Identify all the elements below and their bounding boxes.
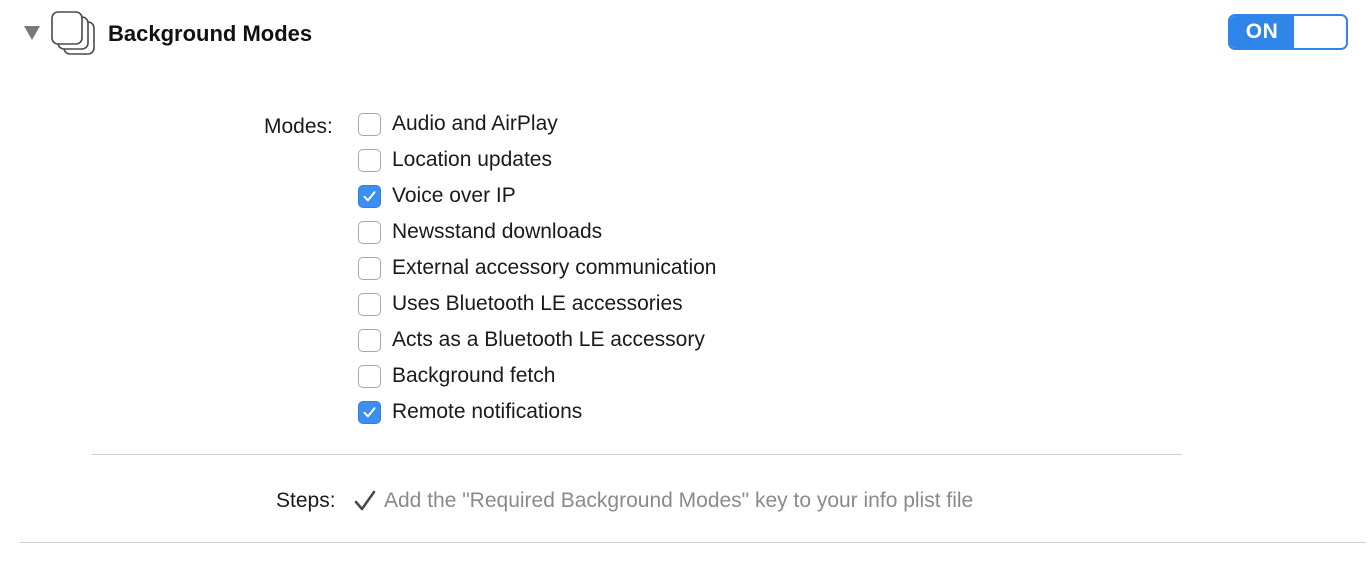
mode-checkbox[interactable]	[358, 148, 381, 172]
mode-checkbox[interactable]	[358, 364, 381, 388]
mode-checkbox[interactable]	[358, 256, 381, 280]
steps-label: Steps:	[276, 489, 336, 512]
mode-label: Background fetch	[392, 364, 556, 387]
section-divider	[20, 542, 1366, 543]
mode-checkbox[interactable]	[358, 292, 381, 316]
mode-label: External accessory communication	[392, 256, 717, 279]
modes-list: Audio and AirPlay Location updates Voice…	[358, 106, 716, 430]
mode-label: Location updates	[392, 148, 552, 171]
toggle-knob	[1294, 16, 1346, 48]
mode-item-voice-over-ip[interactable]: Voice over IP	[358, 178, 716, 214]
background-modes-icon	[51, 11, 95, 55]
mode-item-newsstand-downloads[interactable]: Newsstand downloads	[358, 214, 716, 250]
mode-checkbox[interactable]	[358, 112, 381, 136]
mode-label: Newsstand downloads	[392, 220, 603, 243]
mode-label: Remote notifications	[392, 400, 583, 423]
mode-item-bluetooth-le-accessories[interactable]: Uses Bluetooth LE accessories	[358, 286, 716, 322]
mode-label: Acts as a Bluetooth LE accessory	[392, 328, 705, 351]
mode-item-bluetooth-le-accessory[interactable]: Acts as a Bluetooth LE accessory	[358, 322, 716, 358]
modes-label: Modes:	[264, 115, 333, 138]
mode-item-audio-airplay[interactable]: Audio and AirPlay	[358, 106, 716, 142]
section-title: Background Modes	[108, 21, 313, 46]
checkmark-icon	[363, 406, 376, 417]
mode-checkbox[interactable]	[358, 328, 381, 352]
divider	[92, 454, 1182, 455]
mode-label: Voice over IP	[392, 184, 516, 207]
mode-label: Uses Bluetooth LE accessories	[392, 292, 683, 315]
step-done-checkmark-icon	[354, 490, 376, 511]
mode-checkbox[interactable]	[358, 220, 381, 244]
mode-checkbox[interactable]	[358, 184, 381, 208]
mode-item-remote-notifications[interactable]: Remote notifications	[358, 394, 716, 430]
step-text: Add the "Required Background Modes" key …	[384, 489, 974, 512]
capability-toggle[interactable]: ON	[1228, 14, 1348, 50]
mode-item-location-updates[interactable]: Location updates	[358, 142, 716, 178]
toggle-on-label: ON	[1230, 16, 1294, 48]
mode-item-external-accessory[interactable]: External accessory communication	[358, 250, 716, 286]
mode-item-background-fetch[interactable]: Background fetch	[358, 358, 716, 394]
mode-checkbox[interactable]	[358, 400, 381, 424]
mode-label: Audio and AirPlay	[392, 112, 558, 135]
checkmark-icon	[363, 190, 376, 201]
disclosure-triangle-icon[interactable]	[24, 26, 40, 40]
